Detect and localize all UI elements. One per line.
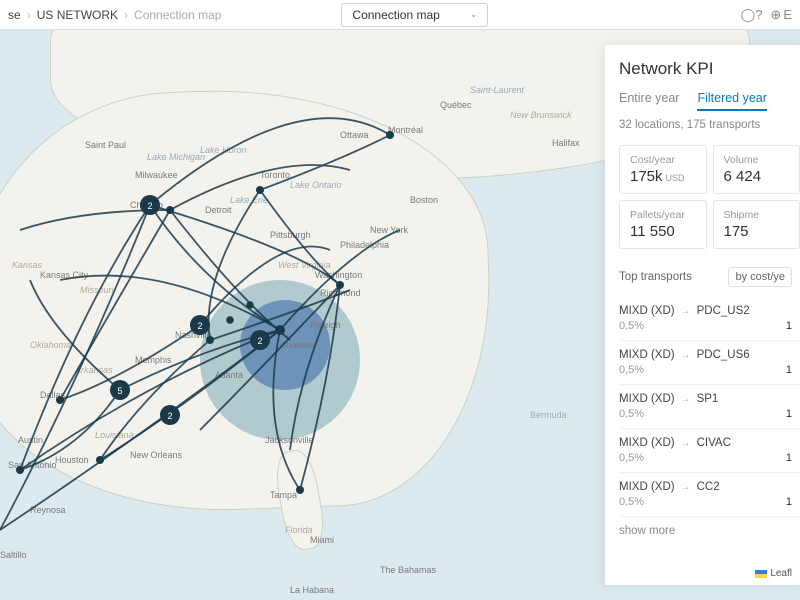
card-label: Volume bbox=[724, 154, 790, 166]
leaflet-attribution[interactable]: Leafl bbox=[755, 568, 792, 579]
transport-pct: 0,5% bbox=[619, 452, 644, 464]
transport-to: CC2 bbox=[697, 481, 720, 493]
transport-rank: 1 bbox=[786, 408, 792, 420]
card-shipments[interactable]: Shipme 175 bbox=[713, 200, 800, 249]
top-transports-sort[interactable]: by cost/ye bbox=[728, 267, 792, 287]
arrow-right-icon: → bbox=[681, 350, 691, 361]
arrow-right-icon: → bbox=[681, 438, 691, 449]
top-transports-list: MIXD (XD) → PDC_US2 0,5% 1 MIXD (XD) → PDC_US6 0… bbox=[619, 297, 800, 517]
help-icon[interactable]: ◯? bbox=[741, 7, 763, 23]
transport-from: MIXD (XD) bbox=[619, 393, 675, 405]
topbar: se › US NETWORK › Connection map Connect… bbox=[0, 0, 800, 30]
topbar-actions: ◯? ⊕E bbox=[741, 7, 792, 23]
transport-rank: 1 bbox=[786, 496, 792, 508]
transport-from: MIXD (XD) bbox=[619, 349, 675, 361]
card-label: Pallets/year bbox=[630, 209, 696, 221]
card-pallets[interactable]: Pallets/year 11 550 bbox=[619, 200, 707, 249]
breadcrumb-network[interactable]: US NETWORK bbox=[37, 8, 118, 22]
svg-text:2: 2 bbox=[167, 411, 172, 421]
transport-to: PDC_US2 bbox=[697, 305, 750, 317]
show-more-button[interactable]: show more bbox=[619, 517, 800, 537]
card-cost[interactable]: Cost/year 175kUSD bbox=[619, 145, 707, 194]
kpi-title: Network KPI bbox=[619, 59, 800, 79]
transport-to: PDC_US6 bbox=[697, 349, 750, 361]
top-transports-label: Top transports bbox=[619, 271, 692, 283]
transport-row[interactable]: MIXD (XD) → CC2 0,5% 1 bbox=[619, 473, 800, 517]
chevron-right-icon: › bbox=[27, 8, 31, 22]
tab-filtered-year[interactable]: Filtered year bbox=[697, 91, 766, 111]
transport-row[interactable]: MIXD (XD) → CIVAC 0,5% 1 bbox=[619, 429, 800, 473]
breadcrumb-root[interactable]: se bbox=[8, 8, 21, 22]
ukraine-flag-icon bbox=[755, 570, 767, 578]
card-value: 175k bbox=[630, 168, 663, 185]
top-transports-header: Top transports by cost/ye bbox=[619, 267, 800, 287]
transport-rank: 1 bbox=[786, 320, 792, 332]
transport-pct: 0,5% bbox=[619, 496, 644, 508]
card-label: Cost/year bbox=[630, 154, 696, 166]
language-button[interactable]: ⊕E bbox=[770, 7, 792, 23]
tab-entire-year[interactable]: Entire year bbox=[619, 91, 679, 111]
transport-to: SP1 bbox=[697, 393, 719, 405]
transport-row[interactable]: MIXD (XD) → PDC_US2 0,5% 1 bbox=[619, 297, 800, 341]
breadcrumb-current: Connection map bbox=[134, 8, 221, 22]
view-selector-value: Connection map bbox=[352, 8, 439, 22]
transport-from: MIXD (XD) bbox=[619, 305, 675, 317]
transport-from: MIXD (XD) bbox=[619, 481, 675, 493]
transport-pct: 0,5% bbox=[619, 364, 644, 376]
card-value: 175 bbox=[724, 223, 749, 240]
kpi-tabs: Entire year Filtered year bbox=[619, 91, 800, 111]
arrow-right-icon: → bbox=[681, 482, 691, 493]
card-value: 11 550 bbox=[630, 223, 675, 240]
arrow-right-icon: → bbox=[681, 306, 691, 317]
card-volume[interactable]: Volume 6 424 bbox=[713, 145, 800, 194]
arrow-right-icon: → bbox=[681, 394, 691, 405]
svg-text:5: 5 bbox=[117, 386, 122, 396]
breadcrumb: se › US NETWORK › Connection map bbox=[8, 8, 221, 22]
kpi-panel: Network KPI Entire year Filtered year 32… bbox=[605, 45, 800, 585]
svg-text:2: 2 bbox=[147, 201, 152, 211]
view-selector[interactable]: Connection map ⌄ bbox=[341, 3, 488, 27]
svg-text:2: 2 bbox=[257, 336, 262, 346]
transport-rank: 1 bbox=[786, 364, 792, 376]
transport-to: CIVAC bbox=[697, 437, 731, 449]
transport-row[interactable]: MIXD (XD) → PDC_US6 0,5% 1 bbox=[619, 341, 800, 385]
svg-text:2: 2 bbox=[197, 321, 202, 331]
card-unit: USD bbox=[666, 173, 685, 183]
main: Saint Paul Milwaukee Chicago Kansas City… bbox=[0, 30, 800, 600]
kpi-cards: Cost/year 175kUSD Volume 6 424 Pallets/y… bbox=[619, 145, 800, 249]
transport-row[interactable]: MIXD (XD) → SP1 0,5% 1 bbox=[619, 385, 800, 429]
kpi-subtitle: 32 locations, 175 transports bbox=[619, 119, 800, 131]
transport-pct: 0,5% bbox=[619, 320, 644, 332]
transport-from: MIXD (XD) bbox=[619, 437, 675, 449]
transport-rank: 1 bbox=[786, 452, 792, 464]
transport-pct: 0,5% bbox=[619, 408, 644, 420]
card-label: Shipme bbox=[724, 209, 790, 221]
card-value: 6 424 bbox=[724, 168, 762, 185]
chevron-right-icon: › bbox=[124, 8, 128, 22]
chevron-down-icon: ⌄ bbox=[470, 9, 478, 20]
